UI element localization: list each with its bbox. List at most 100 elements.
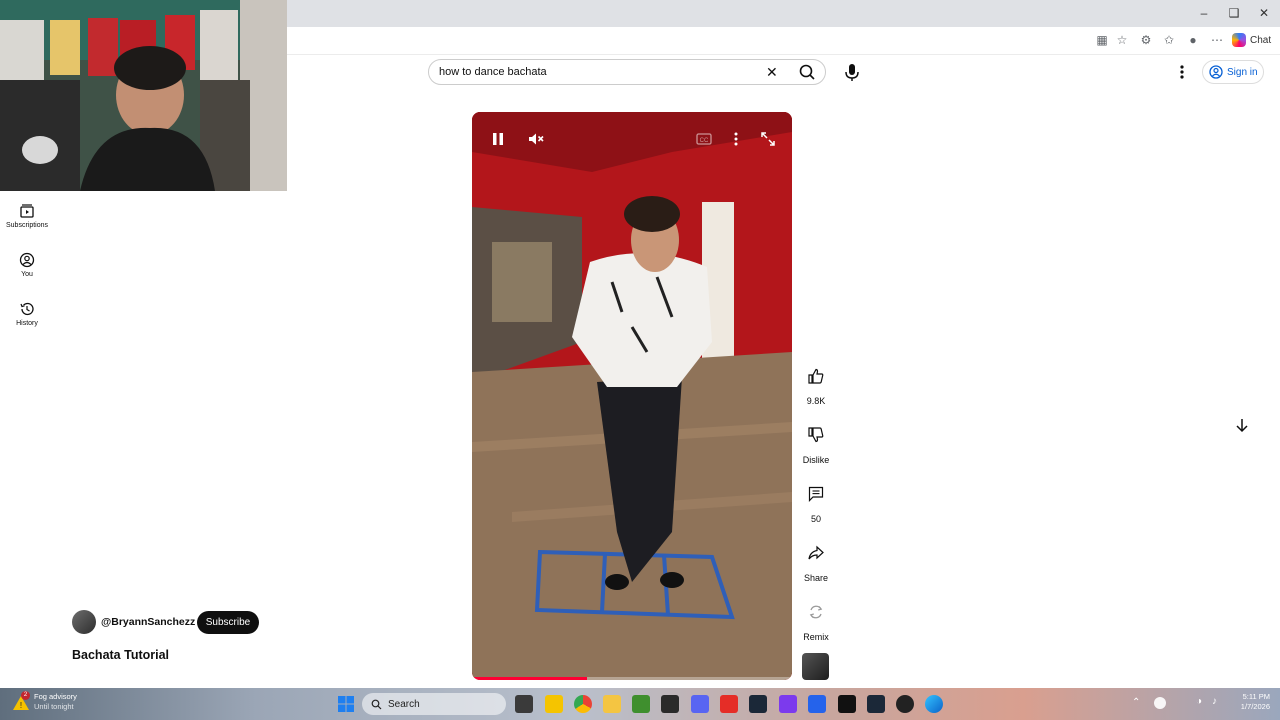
weather-title: Fog advisory bbox=[34, 692, 77, 701]
sign-in-button[interactable]: Sign in bbox=[1202, 60, 1264, 84]
player-more-button[interactable] bbox=[727, 130, 745, 148]
remix-label: Remix bbox=[803, 632, 829, 642]
you-icon bbox=[19, 252, 35, 268]
account-circle-icon bbox=[1209, 65, 1223, 79]
fullscreen-button[interactable] bbox=[759, 130, 777, 148]
mute-button[interactable] bbox=[527, 130, 545, 148]
close-window-button[interactable]: ✕ bbox=[1252, 3, 1276, 23]
copilot-icon bbox=[1232, 33, 1246, 47]
pause-icon bbox=[493, 133, 503, 145]
remix-circle[interactable] bbox=[800, 596, 832, 628]
comments-button[interactable]: 50 bbox=[800, 478, 832, 524]
like-button[interactable]: 9.8K bbox=[800, 360, 832, 406]
search-button[interactable] bbox=[792, 59, 826, 85]
search-icon bbox=[799, 64, 815, 80]
comment-count: 50 bbox=[810, 514, 821, 524]
epic-games-icon[interactable] bbox=[661, 695, 679, 713]
weather-subtitle: Until tonight bbox=[34, 702, 74, 711]
sidebar-item-you[interactable]: You bbox=[0, 252, 54, 278]
arrow-down-icon bbox=[1236, 419, 1248, 433]
start-button[interactable] bbox=[338, 696, 354, 712]
favorite-star-icon[interactable]: ☆ bbox=[1114, 32, 1130, 48]
more-icon[interactable]: ⋯ bbox=[1209, 32, 1225, 48]
tray-chevron-icon[interactable]: ⌃ bbox=[1132, 697, 1140, 708]
video-frame bbox=[472, 112, 792, 680]
like-circle[interactable] bbox=[800, 360, 832, 392]
subscriptions-icon bbox=[20, 204, 34, 218]
dislike-circle[interactable] bbox=[800, 419, 832, 451]
channel-handle[interactable]: @BryannSanchezz bbox=[101, 615, 195, 629]
clock-date: 1/7/2026 bbox=[1240, 702, 1270, 711]
weather-text[interactable]: Fog advisory Until tonight bbox=[34, 692, 77, 712]
next-short-button[interactable] bbox=[1230, 413, 1254, 437]
wifi-icon[interactable]: ◑ bbox=[1196, 696, 1202, 707]
like-count: 9.8K bbox=[806, 396, 826, 406]
share-button[interactable]: Share bbox=[800, 537, 832, 583]
svg-text:!: ! bbox=[20, 701, 22, 710]
thumbs-down-icon bbox=[808, 427, 824, 443]
nvidia-icon[interactable] bbox=[632, 695, 650, 713]
discord-icon[interactable] bbox=[691, 695, 709, 713]
favorites-icon[interactable]: ✩ bbox=[1161, 32, 1177, 48]
sign-in-label: Sign in bbox=[1227, 66, 1258, 78]
obs-icon[interactable] bbox=[896, 695, 914, 713]
capcut-icon[interactable] bbox=[838, 695, 856, 713]
clock-time: 5:11 PM bbox=[1242, 692, 1270, 701]
settings-menu-button[interactable] bbox=[1174, 62, 1190, 82]
remix-icon bbox=[809, 605, 823, 619]
copilot-chat-button[interactable]: Chat bbox=[1232, 31, 1271, 49]
sidebar-item-label: History bbox=[16, 320, 38, 327]
profile-icon[interactable]: ● bbox=[1185, 32, 1201, 48]
steam-alt-icon[interactable] bbox=[867, 695, 885, 713]
subscribe-button[interactable]: Subscribe bbox=[197, 611, 259, 634]
file-explorer-icon[interactable] bbox=[603, 695, 621, 713]
purple-app-icon[interactable] bbox=[779, 695, 797, 713]
edge-icon[interactable] bbox=[925, 695, 943, 713]
steam-icon[interactable] bbox=[749, 695, 767, 713]
dislike-label: Dislike bbox=[802, 455, 830, 465]
system-clock[interactable]: 5:11 PM 1/7/2026 bbox=[1228, 692, 1270, 712]
weather-badge: 2 bbox=[21, 691, 30, 700]
app-grid-icon[interactable]: ▦ bbox=[1094, 32, 1110, 48]
minimize-button[interactable]: – bbox=[1192, 3, 1216, 23]
video-title[interactable]: Bachata Tutorial bbox=[72, 647, 169, 663]
comment-icon bbox=[808, 486, 824, 502]
video-progress-track[interactable] bbox=[472, 677, 792, 680]
vertical-dots-icon bbox=[734, 132, 738, 146]
restore-button[interactable]: ❑ bbox=[1222, 3, 1246, 23]
blue-app-icon[interactable] bbox=[808, 695, 826, 713]
dislike-button[interactable]: Dislike bbox=[800, 419, 832, 465]
pause-button[interactable] bbox=[489, 130, 507, 148]
youtube-icon[interactable] bbox=[720, 695, 738, 713]
sidebar-item-label: You bbox=[21, 271, 33, 278]
thumbs-up-icon bbox=[808, 368, 824, 384]
onedrive-icon[interactable] bbox=[1154, 697, 1166, 709]
voice-search-button[interactable] bbox=[838, 58, 866, 86]
captions-button[interactable]: CC bbox=[695, 130, 713, 148]
webcam-overlay bbox=[0, 0, 287, 191]
search-input[interactable]: how to dance bachata bbox=[439, 64, 547, 80]
channel-avatar[interactable] bbox=[72, 610, 96, 634]
windows-logo-icon bbox=[338, 696, 354, 712]
share-arrow-icon bbox=[808, 545, 824, 560]
comments-circle[interactable] bbox=[800, 478, 832, 510]
vertical-dots-icon bbox=[1180, 65, 1184, 79]
audio-thumbnail[interactable] bbox=[802, 653, 829, 680]
share-circle[interactable] bbox=[800, 537, 832, 569]
extensions-icon[interactable]: ⚙ bbox=[1138, 32, 1154, 48]
chrome-icon[interactable] bbox=[574, 695, 592, 713]
taskbar-search-label: Search bbox=[388, 698, 420, 710]
remix-button[interactable]: Remix bbox=[800, 596, 832, 642]
taskbar-search[interactable]: Search bbox=[362, 693, 506, 715]
muted-speaker-icon bbox=[529, 133, 544, 145]
microphone-icon bbox=[845, 64, 859, 81]
volume-icon[interactable]: ♪ bbox=[1212, 696, 1217, 707]
task-view-icon[interactable] bbox=[515, 695, 533, 713]
video-progress-fill bbox=[472, 677, 588, 680]
sidebar-item-subscriptions[interactable]: Subscriptions bbox=[0, 203, 54, 229]
rockstar-icon[interactable] bbox=[545, 695, 563, 713]
short-video-player[interactable] bbox=[472, 112, 792, 680]
captions-icon: CC bbox=[696, 133, 712, 145]
sidebar-item-history[interactable]: History bbox=[0, 301, 54, 327]
clear-search-icon[interactable]: ✕ bbox=[766, 64, 778, 80]
